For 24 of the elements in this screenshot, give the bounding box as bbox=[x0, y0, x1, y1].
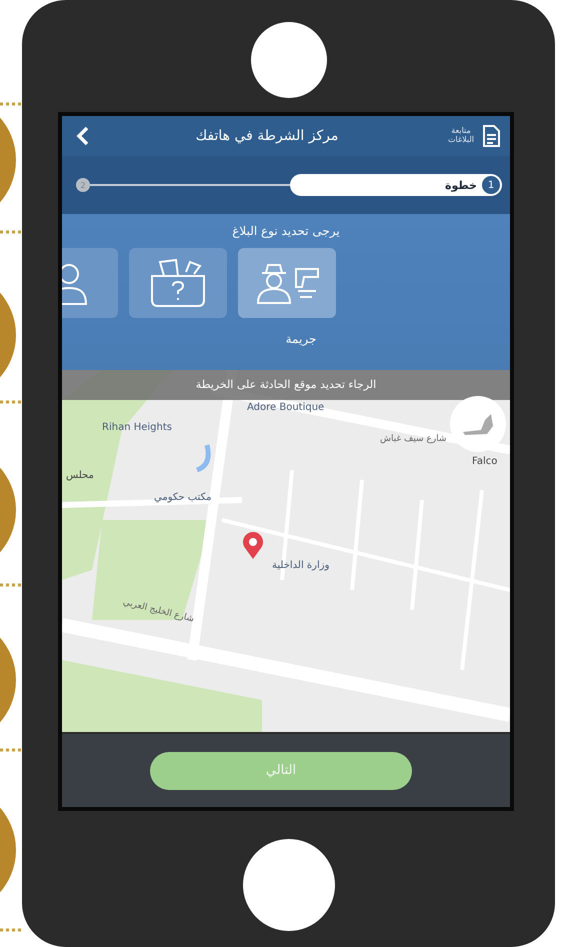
map-label: مكتب حكومي bbox=[154, 492, 212, 503]
step-number: 2 bbox=[76, 178, 90, 192]
box-question-icon bbox=[148, 258, 208, 308]
map-label: Rihan Heights bbox=[102, 422, 172, 433]
step-label: خطوة bbox=[444, 178, 477, 192]
thief-with-gun-icon bbox=[254, 261, 320, 305]
map-label: شارع الخليج العربي bbox=[122, 597, 195, 625]
screen-title: مركز الشرطة في هاتفك bbox=[194, 128, 340, 144]
map-instruction: الرجاء تحديد موقع الحادثة على الخريطة bbox=[62, 370, 510, 400]
step-number: 1 bbox=[482, 176, 500, 194]
map-label: شارع سيف غباش bbox=[380, 434, 446, 444]
map-label: محلس bbox=[66, 470, 94, 481]
category-tile[interactable] bbox=[129, 248, 227, 318]
category-label: جريمة bbox=[286, 332, 316, 346]
back-chevron-icon[interactable] bbox=[76, 126, 90, 146]
map-label: Falco bbox=[472, 456, 498, 467]
map-label: Adore Boutique bbox=[247, 402, 324, 413]
country-map-icon bbox=[461, 412, 495, 436]
map-label: وزارة الداخلية bbox=[272, 560, 330, 571]
category-tile[interactable] bbox=[238, 248, 336, 318]
location-pin-icon[interactable] bbox=[242, 532, 264, 560]
prompt-text: يرجى تحديد نوع البلاغ bbox=[232, 224, 340, 238]
reports-link[interactable]: متابعة البلاغات bbox=[444, 127, 478, 145]
document-icon[interactable] bbox=[482, 125, 500, 147]
